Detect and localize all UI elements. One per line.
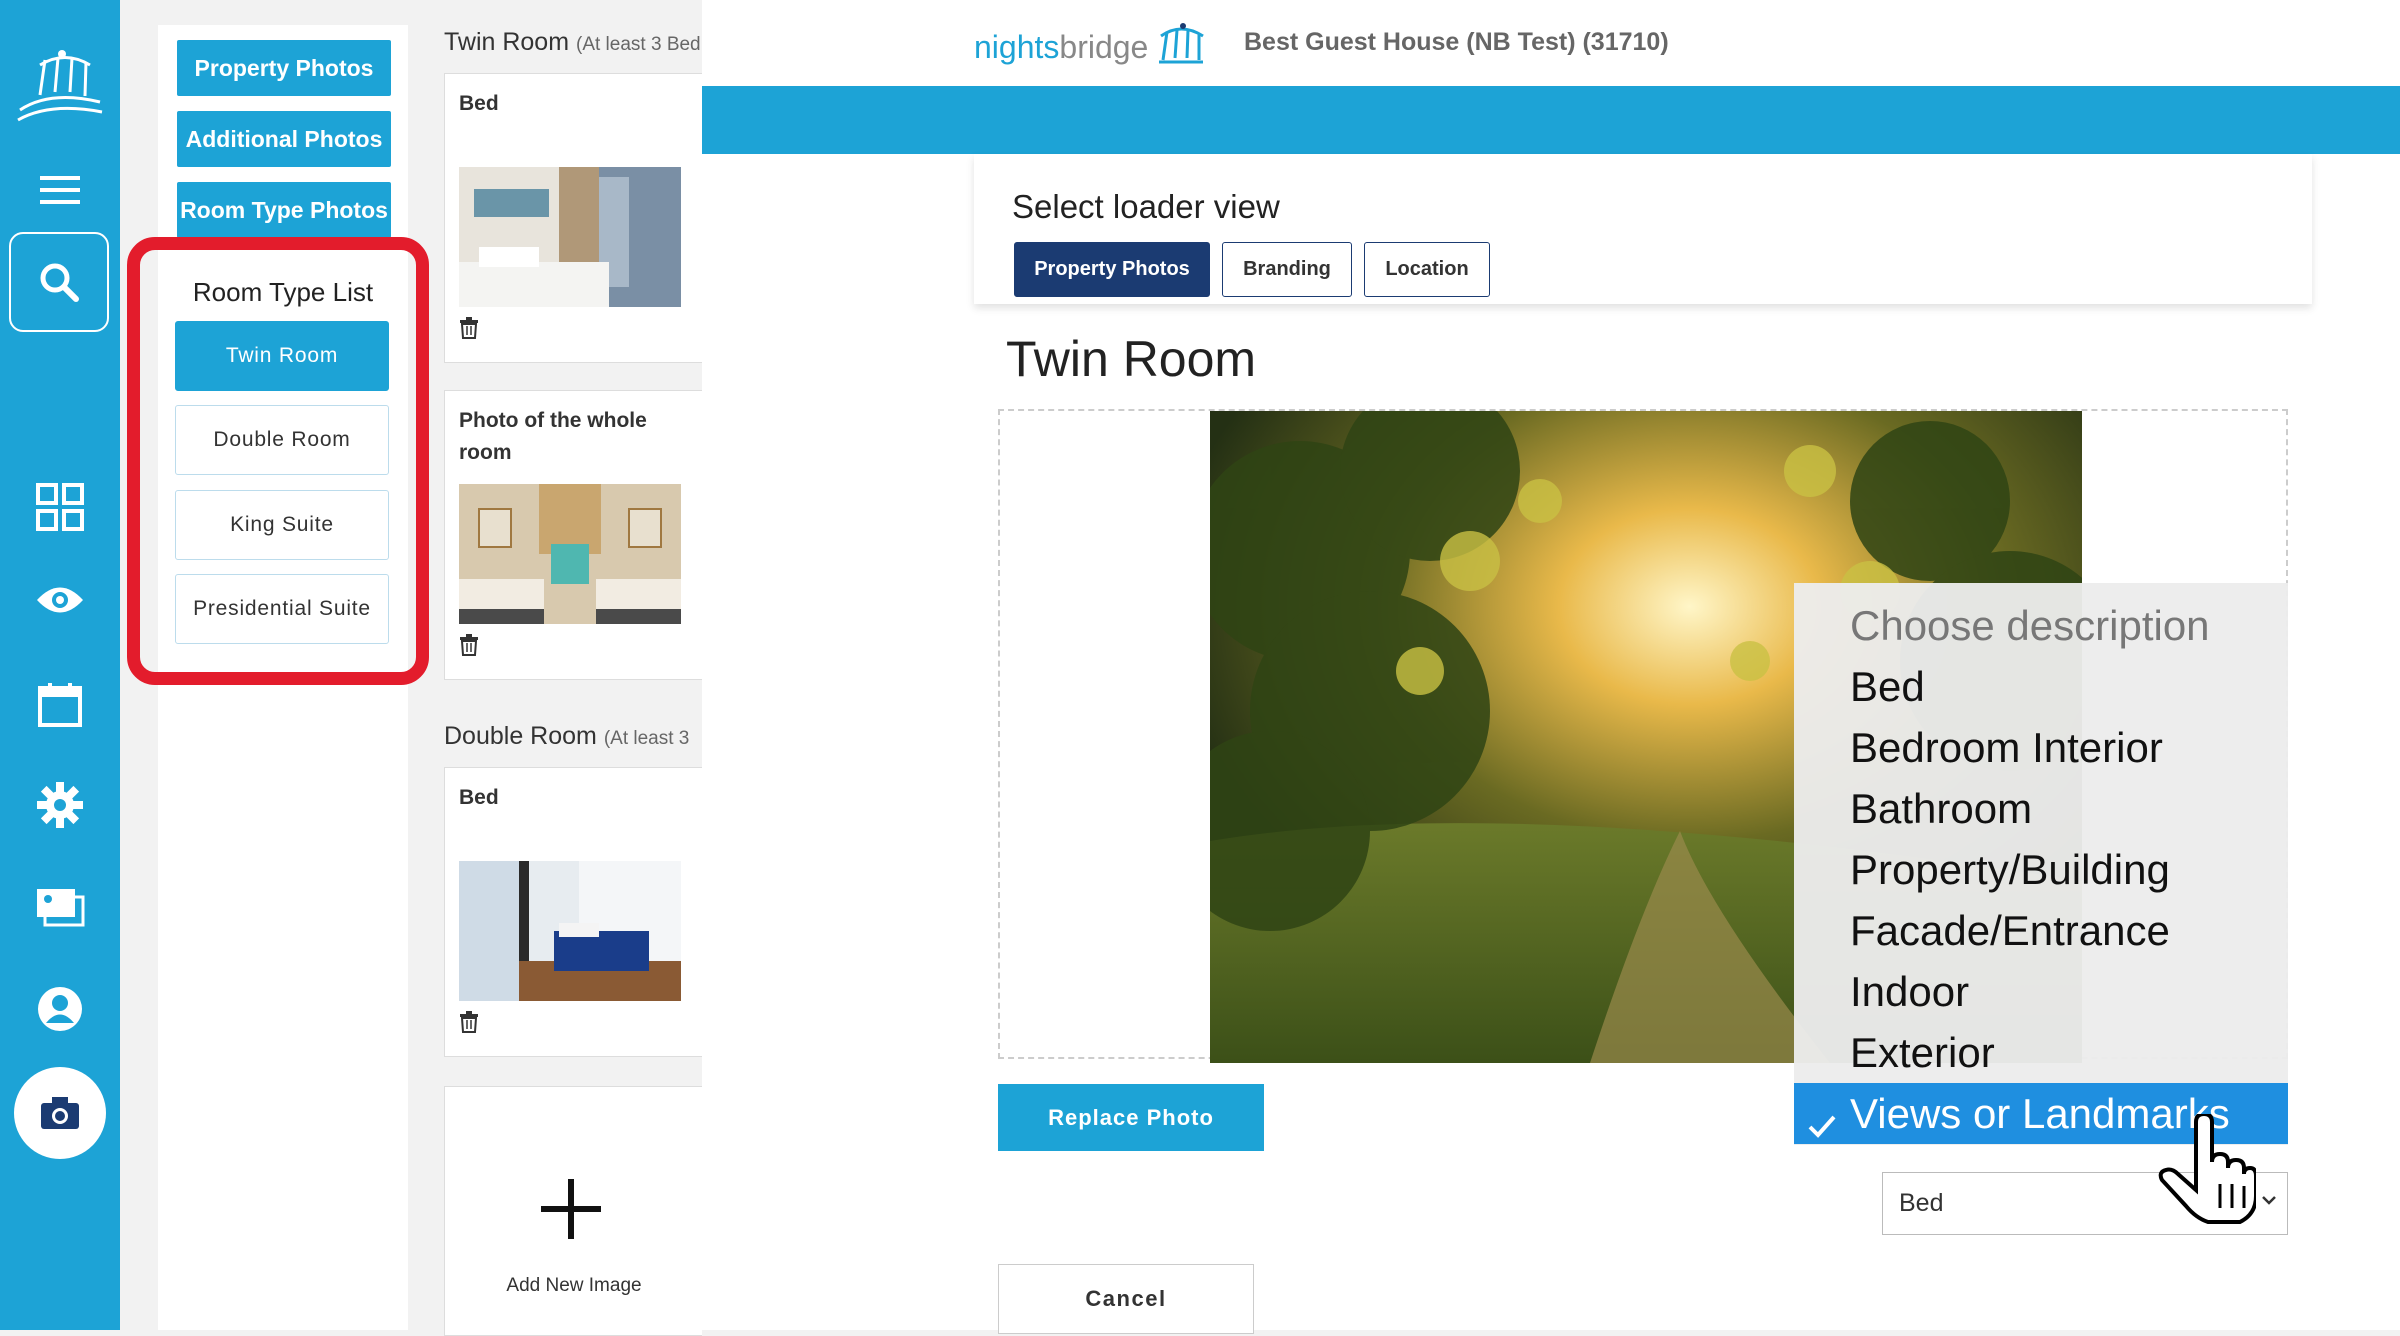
plus-icon (541, 1179, 601, 1244)
loader-view-panel: Select loader view Property Photos Brand… (974, 154, 2312, 304)
room-type-photos-button[interactable]: Room Type Photos (177, 182, 391, 238)
loader-view-title: Select loader view (1012, 188, 1280, 225)
menu-icon[interactable] (0, 170, 120, 210)
replace-photo-button[interactable]: Replace Photo (998, 1084, 1264, 1151)
photo-card[interactable]: Photo of the whole room (444, 390, 702, 680)
tab-location[interactable]: Location (1364, 242, 1490, 297)
photo-card[interactable]: Bed (444, 73, 702, 363)
chevron-down-icon (2261, 1193, 2277, 1211)
card-label: Photo of the whole room (459, 409, 647, 464)
whole-room-photo (459, 484, 681, 624)
add-new-image-card[interactable]: Add New Image (444, 1086, 702, 1336)
description-dropdown: Choose description Bed Bedroom Interior … (1794, 583, 2288, 1145)
main-panel: nightsbridge Best Guest House (NB Test) … (702, 0, 2400, 1334)
dropdown-option-bathroom[interactable]: Bathroom (1794, 778, 2288, 839)
photo-card[interactable]: Bed (444, 767, 702, 1057)
room-photos-column: Twin Room (At least 3 Bed Bed Photo of t… (430, 0, 702, 1336)
user-icon[interactable] (0, 984, 120, 1034)
search-icon (40, 263, 79, 302)
calendar-icon[interactable] (0, 680, 120, 730)
room-item-double-room[interactable]: Double Room (175, 405, 389, 475)
header-band (702, 86, 2400, 154)
dropdown-option-bed[interactable]: Bed (1794, 656, 2288, 717)
grid-icon[interactable] (0, 480, 120, 534)
double-bed-photo (459, 861, 681, 1001)
camera-button[interactable] (14, 1067, 106, 1159)
brand-logo[interactable]: nightsbridge (974, 22, 1205, 66)
brand-bridge-icon (1159, 23, 1205, 64)
dropdown-option-exterior[interactable]: Exterior (1794, 1022, 2288, 1083)
tab-branding[interactable]: Branding (1222, 242, 1352, 297)
hand-cursor-icon (2156, 1111, 2258, 1229)
dropdown-option-property-building[interactable]: Property/Building (1794, 839, 2288, 900)
dropdown-option-bedroom-interior[interactable]: Bedroom Interior (1794, 717, 2288, 778)
room-type-list-title: Room Type List (192, 277, 374, 307)
bed-photo (459, 167, 681, 307)
add-new-image-label: Add New Image (506, 1275, 642, 1296)
section-title-twin: Twin Room (At least 3 Bed (444, 28, 701, 56)
delete-icon[interactable] (459, 317, 479, 344)
room-item-presidential-suite[interactable]: Presidential Suite (175, 574, 389, 644)
gallery-icon[interactable] (0, 884, 120, 930)
delete-icon[interactable] (459, 634, 479, 661)
dropdown-option-indoor[interactable]: Indoor (1794, 961, 2288, 1022)
check-icon (1806, 1097, 1838, 1144)
delete-icon[interactable] (459, 1011, 479, 1038)
section-title-double: Double Room (At least 3 (444, 722, 690, 750)
photo-nav-panel: Property Photos Additional Photos Room T… (127, 25, 429, 1330)
tab-property-photos[interactable]: Property Photos (1014, 242, 1210, 297)
room-item-king-suite[interactable]: King Suite (175, 490, 389, 560)
property-name: Best Guest House (NB Test) (31710) (1244, 28, 1669, 56)
gear-icon[interactable] (0, 780, 120, 830)
description-select-value: Bed (1899, 1189, 1944, 1217)
room-title: Twin Room (1006, 331, 1257, 387)
search-button[interactable] (9, 232, 109, 332)
additional-photos-button[interactable]: Additional Photos (177, 111, 391, 167)
camera-icon (41, 1097, 79, 1129)
property-photos-button[interactable]: Property Photos (177, 40, 391, 96)
card-label: Bed (459, 92, 499, 115)
eye-icon[interactable] (0, 578, 120, 622)
top-bar: nightsbridge Best Guest House (NB Test) … (702, 0, 2400, 86)
icon-rail (0, 0, 120, 1330)
dropdown-option-placeholder[interactable]: Choose description (1794, 595, 2288, 656)
card-label: Bed (459, 786, 499, 809)
logo-icon[interactable] (0, 40, 120, 140)
cancel-button[interactable]: Cancel (998, 1264, 1254, 1334)
dropdown-option-facade-entrance[interactable]: Facade/Entrance (1794, 900, 2288, 961)
room-item-twin-room[interactable]: Twin Room (175, 321, 389, 391)
